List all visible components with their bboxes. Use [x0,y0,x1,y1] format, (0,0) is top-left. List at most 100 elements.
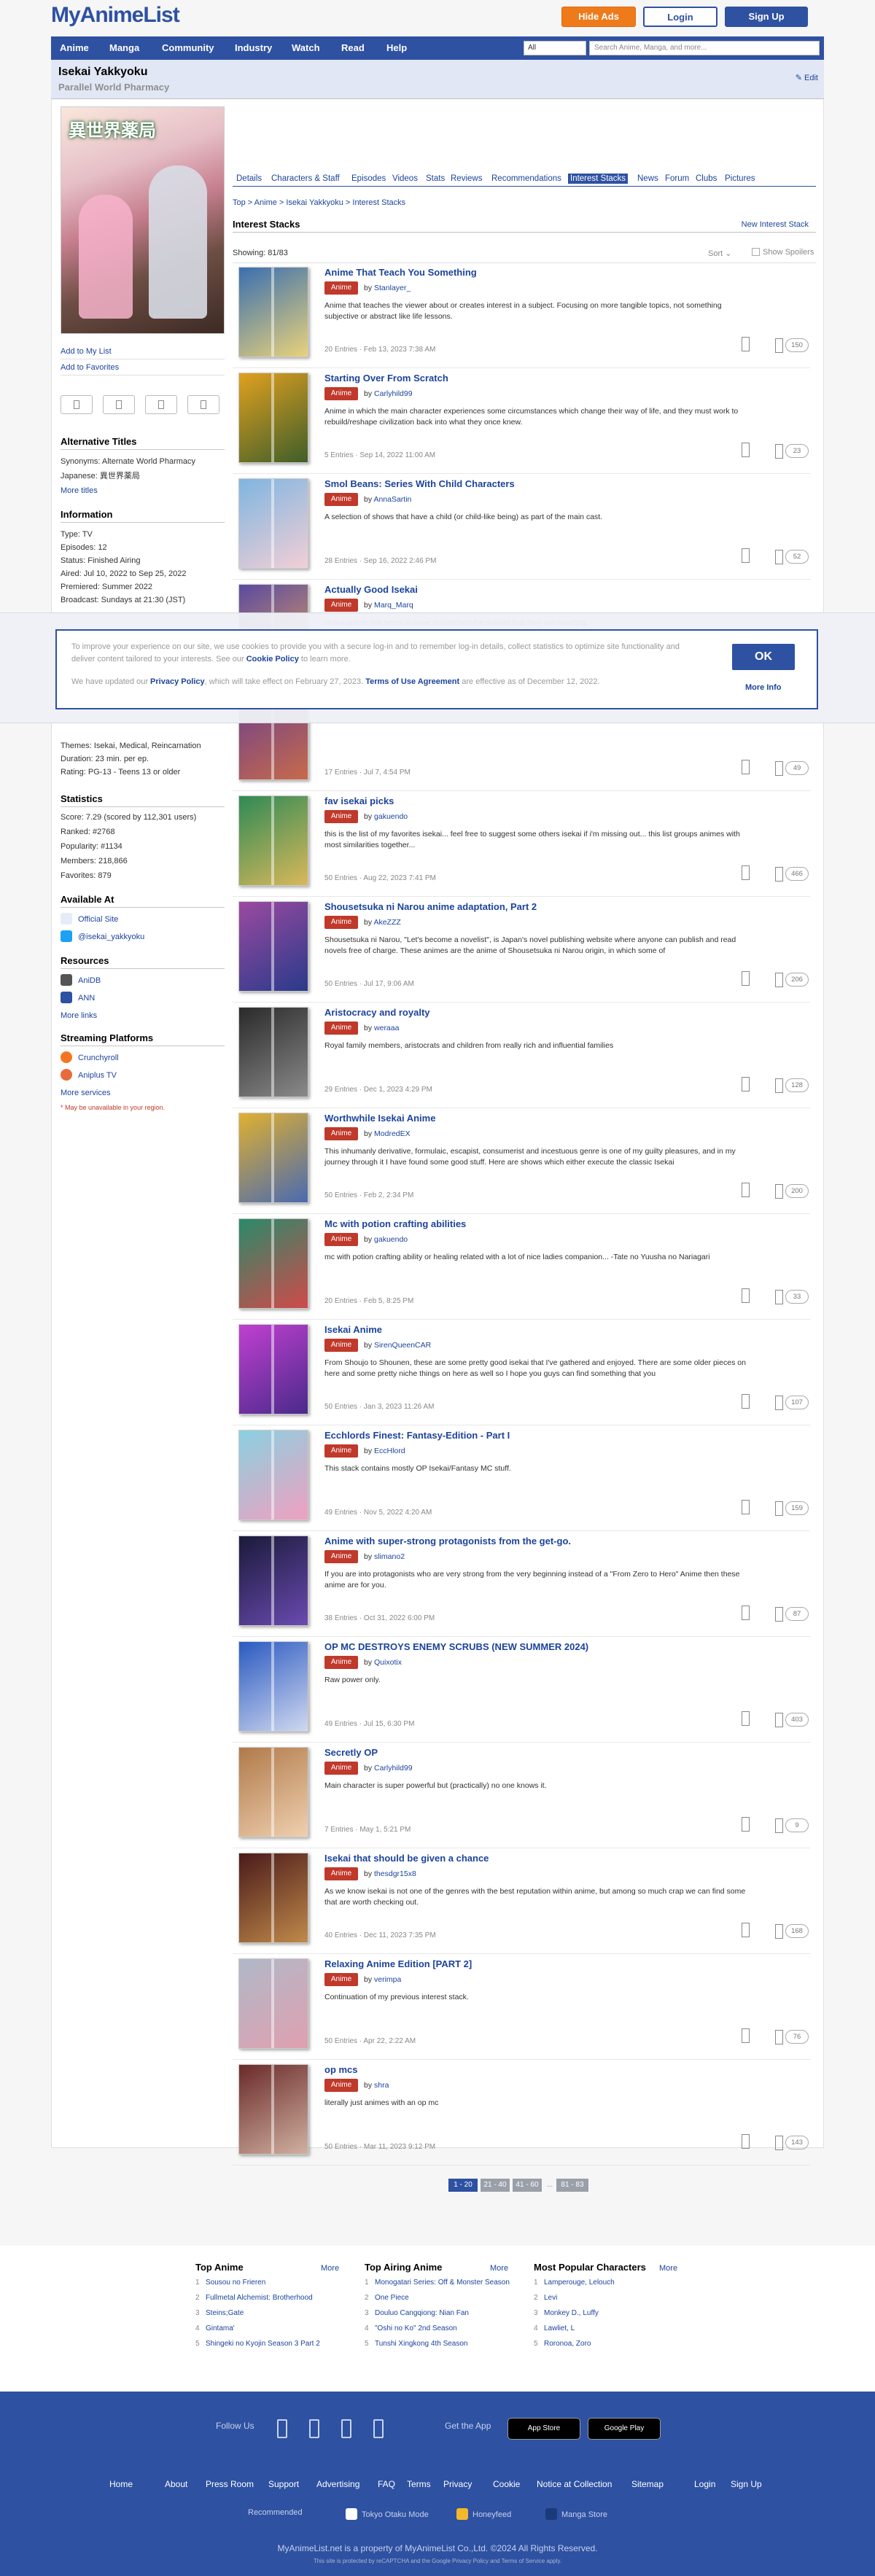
footer-list-link[interactable]: Levi [544,2294,557,2302]
top-characters-more-link[interactable]: More [659,2264,677,2273]
footer-list-item[interactable]: 3 Steins;Gate [195,2308,356,2319]
bookmark-icon[interactable] [742,1394,750,1409]
tab-news[interactable]: News [635,174,661,184]
aniplus-link[interactable]: Aniplus TV [78,1070,242,1081]
tab-videos[interactable]: Videos [390,174,420,184]
clone-icon[interactable] [775,2030,783,2044]
twitter-link[interactable]: @isekai_yakkyoku [78,932,242,942]
nav-industry[interactable]: Industry [235,36,272,60]
footer-list-item[interactable]: 1 Lamperouge, Lelouch [534,2278,694,2288]
clone-icon[interactable] [775,338,783,353]
bookmark-icon[interactable] [742,1817,750,1832]
privacy-policy-link[interactable]: Privacy Policy [150,677,205,686]
new-interest-stack-link[interactable]: New Interest Stack [742,220,809,229]
footer-link[interactable]: Privacy [443,2479,472,2489]
nav-help[interactable]: Help [386,36,407,60]
ann-link[interactable]: ANN [78,993,242,1003]
bookmark-icon[interactable] [742,2134,750,2149]
top-anime-more-link[interactable]: More [321,2264,339,2273]
stack-author-link[interactable]: gakuendo [374,812,408,821]
stack-title[interactable]: Isekai Anime [324,1324,382,1335]
tab-episodes[interactable]: Episodes [349,174,388,184]
stack-title[interactable]: Smol Beans: Series With Child Characters [324,478,515,489]
footer-list-link[interactable]: Roronoa, Zoro [544,2340,591,2348]
clone-icon[interactable] [775,2136,783,2150]
stack-author-link[interactable]: shra [374,2081,389,2090]
show-spoilers-toggle[interactable]: Show Spoilers [752,248,814,257]
tab-stats[interactable]: Stats [424,174,447,184]
stack-cover[interactable] [238,795,308,886]
footer-link[interactable]: FAQ [378,2479,395,2489]
footer-list-item[interactable]: 5 Tunshi Xingkong 4th Season [365,2339,525,2349]
clone-icon[interactable] [775,1713,783,1727]
more-services-link[interactable]: More services [61,1088,225,1098]
tab-pictures[interactable]: Pictures [723,174,758,184]
stack-cover[interactable] [238,901,308,992]
footer-link[interactable]: Home [109,2479,133,2489]
footer-link[interactable]: Sign Up [731,2479,762,2489]
hide-ads-button[interactable]: Hide Ads [561,7,636,27]
stack-author-link[interactable]: AkeZZZ [373,918,400,927]
clone-icon[interactable] [775,1607,783,1622]
footer-list-link[interactable]: Monogatari Series: Off & Monster Season [375,2279,510,2287]
rec-tokyo-otaku-mode[interactable]: Tokyo Otaku Mode [346,2508,429,2520]
footer-list-link[interactable]: "Oshi no Ko" 2nd Season [375,2324,457,2332]
bookmark-icon[interactable] [742,1077,750,1092]
stack-title[interactable]: Mc with potion crafting abilities [324,1218,466,1229]
footer-list-item[interactable]: 3 Douluo Cangqiong: Nian Fan [365,2308,525,2319]
footer-link[interactable]: Sitemap [631,2479,664,2489]
clone-icon[interactable] [775,1924,783,1939]
footer-list-item[interactable]: 4 Gintama' [195,2324,356,2334]
add-to-favorites-link[interactable]: Add to Favorites [61,363,119,372]
footer-list-item[interactable]: 5 Roronoa, Zoro [534,2339,694,2349]
page-link[interactable]: 21 - 40 [481,2179,510,2192]
footer-list-link[interactable]: Gintama' [206,2324,235,2332]
stack-author-link[interactable]: SirenQueenCAR [374,1341,431,1350]
footer-list-item[interactable]: 3 Monkey D., Luffy [534,2308,694,2319]
cookie-policy-link[interactable]: Cookie Policy [246,655,299,664]
anime-poster[interactable]: 異世界薬局 [61,106,225,334]
google-play-button[interactable]: Google Play [588,2418,661,2440]
footer-list-link[interactable]: One Piece [375,2294,409,2302]
stack-title[interactable]: Starting Over From Scratch [324,373,448,384]
footer-list-link[interactable]: Sousou no Frieren [206,2279,265,2287]
stack-author-link[interactable]: Carlyhild99 [374,389,413,398]
tab-reviews[interactable]: Reviews [448,174,484,184]
more-info-link[interactable]: More Info [745,683,782,692]
stack-author-link[interactable]: weraaa [374,1024,399,1032]
tab-forum[interactable]: Forum [663,174,691,184]
stack-author-link[interactable]: Quixotix [374,1658,402,1667]
clone-icon[interactable] [775,1501,783,1516]
footer-list-link[interactable]: Douluo Cangqiong: Nian Fan [375,2309,469,2317]
footer-list-item[interactable]: 2 Fullmetal Alchemist: Brotherhood [195,2293,356,2303]
cookie-ok-button[interactable]: OK [732,644,795,670]
clone-icon[interactable] [775,761,783,776]
more-titles-link[interactable]: More titles [61,486,225,496]
stack-title[interactable]: fav isekai picks [324,795,394,806]
anidb-link[interactable]: AniDB [78,976,242,986]
edit-link[interactable]: ✎ Edit [796,73,818,82]
breadcrumb[interactable]: Top > Anime > Isekai Yakkyoku > Interest… [233,198,405,207]
footer-list-item[interactable]: 4 Lawliet, L [534,2324,694,2334]
stack-author-link[interactable]: Stanlayer_ [374,284,411,292]
footer-list-link[interactable]: Lamperouge, Lelouch [544,2279,615,2287]
stack-author-link[interactable]: slimano2 [374,1552,405,1561]
tiktok-icon[interactable] [373,2419,384,2438]
stack-cover[interactable] [238,478,308,569]
tab-characters-staff[interactable]: Characters & Staff [269,174,342,184]
stack-cover[interactable] [238,1641,308,1732]
stack-cover[interactable] [238,1007,308,1097]
bookmark-icon[interactable] [742,2028,750,2043]
stack-cover[interactable] [238,1218,308,1309]
footer-link[interactable]: Terms [407,2479,431,2489]
rec-manga-store[interactable]: Manga Store [545,2508,607,2520]
clone-icon[interactable] [775,1396,783,1410]
nav-watch[interactable]: Watch [292,36,320,60]
footer-link[interactable]: Cookie [493,2479,520,2489]
footer-link[interactable]: Notice at Collection [537,2479,612,2489]
stack-cover[interactable] [238,267,308,357]
stack-title[interactable]: Worthwhile Isekai Anime [324,1113,435,1124]
page-link[interactable]: 41 - 60 [513,2179,542,2192]
app-store-button[interactable]: App Store [508,2418,580,2440]
tab-details[interactable]: Details [234,174,264,184]
